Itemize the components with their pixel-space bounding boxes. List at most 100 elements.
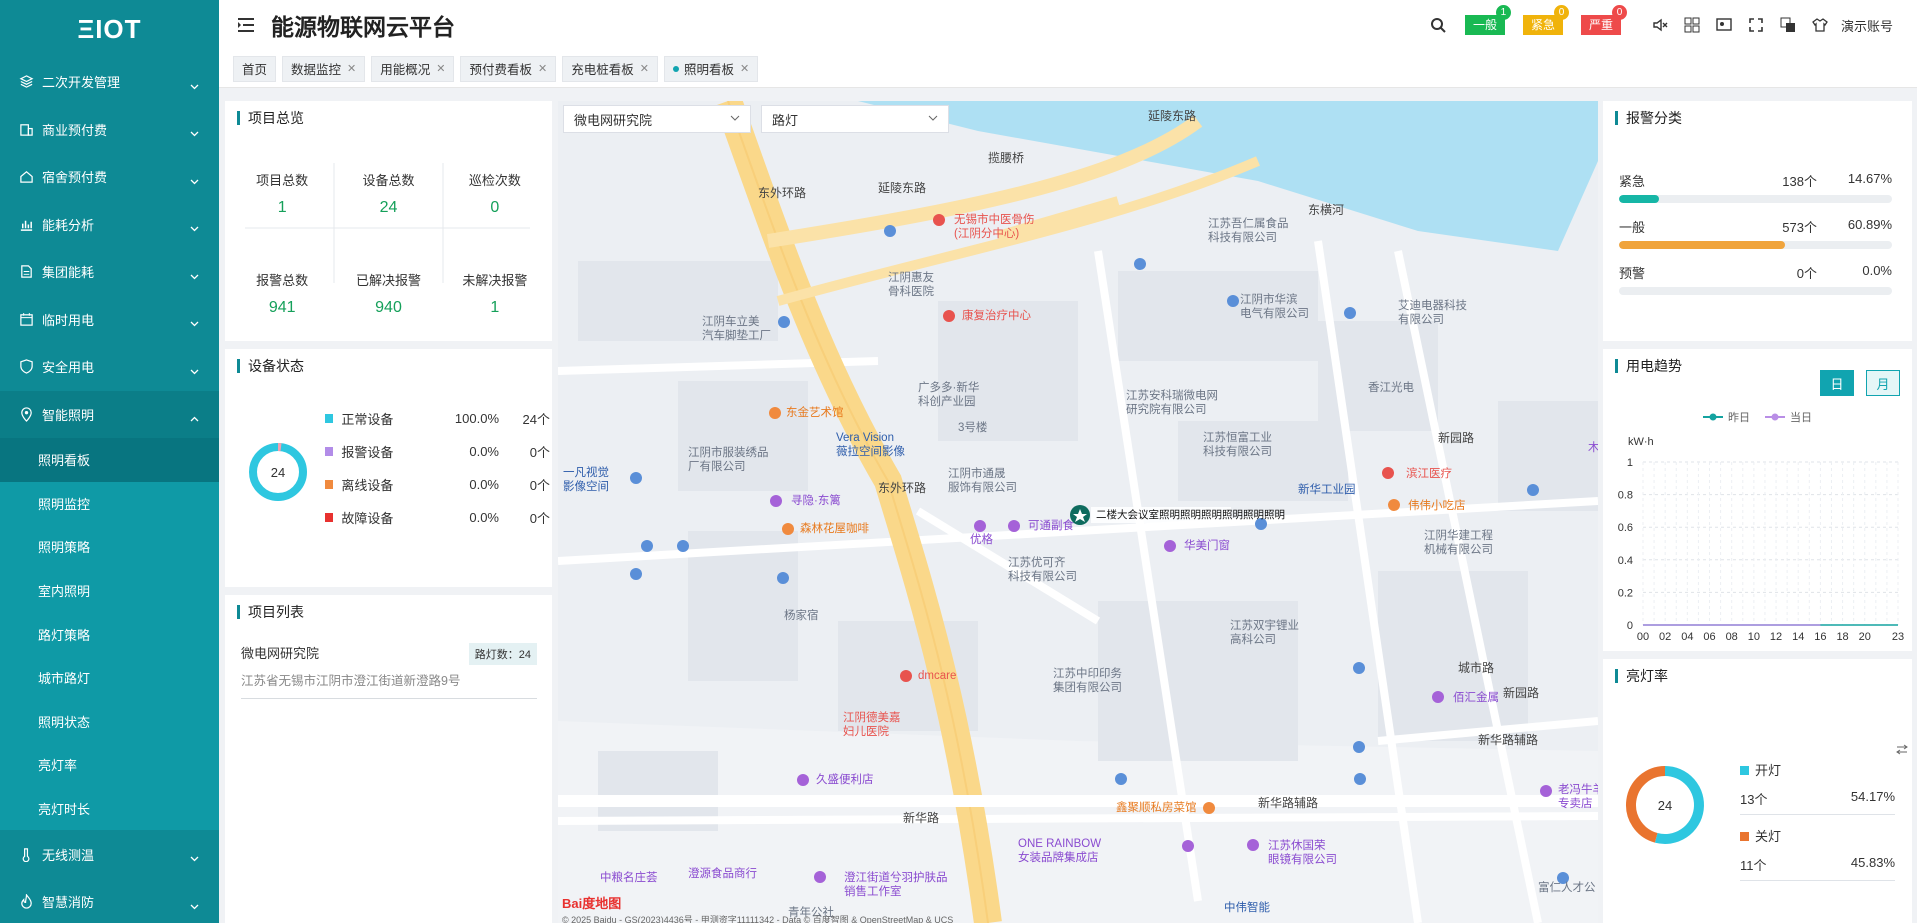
project-list-item[interactable]: 微电网研究院 路灯数：24 江苏省无锡市江阴市澄江街道新澄路9号 [241,643,537,699]
menu-toggle-icon[interactable] [235,14,257,36]
mute-icon[interactable] [1651,16,1669,34]
submenu-item-8[interactable]: 亮灯率 [0,743,219,787]
x-tick-label: 18 [1836,631,1848,643]
submenu-item-6[interactable]: 城市路灯 [0,656,219,700]
submenu-item-7[interactable]: 照明状态 [0,700,219,744]
alarm-general-badge[interactable]: 一般 1 [1464,5,1511,35]
map-poi-p30: dmcare [918,670,957,682]
theme-shirt-icon[interactable] [1811,16,1829,34]
tab-2[interactable]: 数据监控 ✕ [282,55,366,82]
trend-day-button[interactable]: 日 [1820,370,1854,396]
submenu-item-2[interactable]: 照明监控 [0,482,219,526]
alarm-urgent-count: 0 [1553,5,1569,20]
alarm-urgent-badge[interactable]: 紧急 0 [1522,5,1569,35]
sidebar-menu-bottom-2[interactable]: 智慧消防 [0,878,219,923]
device-status-pct: 0.0% [469,476,499,492]
alarm-class-name: 紧急 [1619,174,1646,189]
map-poi-p20: 伟伟小吃店 [1408,500,1466,512]
map-poi-p17: 江阴市通晟 服饰有限公司 [948,468,1017,494]
legend-swatch [325,512,334,522]
map-poi-p25: 可通副食 [1028,520,1074,532]
chevron-down-icon [730,115,740,121]
map-poi-p1: 无锡市中医骨伤 (江阴分中心) [954,214,1035,240]
x-tick-label: 06 [1703,631,1715,643]
device-status-name: 离线设备 [341,477,394,493]
trend-month-button[interactable]: 月 [1866,370,1900,396]
layout-icon[interactable] [1683,16,1701,34]
legend-marker [1771,413,1779,421]
map-poi-road_xinhuafu: 新华路辅路 [1258,796,1319,810]
close-icon[interactable]: ✕ [436,62,445,75]
location-icon [18,406,34,422]
close-icon[interactable]: ✕ [740,62,749,75]
sidebar-menu-7[interactable]: 安全用电 [0,343,219,391]
submenu-item-9[interactable]: 亮灯时长 [0,787,219,831]
map-canvas[interactable]: 微电网研究院 路灯 二楼大会议室照明照明照明照明照明照明 延陵东路 延陵东路 揽腰桥… [558,101,1598,923]
close-icon[interactable]: ✕ [640,62,649,75]
sidebar-menu-bottom-1[interactable]: 无线测温 [0,830,219,878]
search-icon[interactable] [1429,16,1447,34]
lighting-submenu: 照明看板 照明监控 照明策略 室内照明 路灯策略 城市路灯 照明状态 亮灯率 亮灯时长 [0,438,219,831]
map-poi-p2: 江阴惠友 骨科医院 [888,272,934,298]
sidebar-menu-2[interactable]: 商业预付费 [0,106,219,154]
map-poi-p13: 3号楼 [958,422,988,434]
alarm-class-pct: 60.89% [1847,217,1892,232]
screen-icon[interactable] [1715,16,1733,34]
map-poi-p36: 老冯牛羊肉 专卖店 [1558,784,1598,810]
active-dot-icon [672,65,679,72]
device-status-pct: 0.0% [469,509,499,525]
map-poi-p29: 江苏双宇锂业 高科公司 [1230,620,1299,646]
shield-icon [18,359,34,375]
tab-5[interactable]: 充电桩看板 ✕ [562,55,658,82]
home-icon [18,169,34,185]
map-poi-p18: 滨江医疗 [1406,468,1452,480]
light-rate-row: 关灯 11个 45.83% [1740,826,1895,881]
x-tick-label: 02 [1659,631,1671,643]
sidebar-menu-4[interactable]: 能耗分析 [0,201,219,249]
sidebar-menu-5[interactable]: 集团能耗 [0,248,219,296]
sidebar-menu: 二次开发管理 商业预付费 宿舍预付费 能耗分析 集团能耗 临时用电 安全用电智能照明照明看板… [0,58,219,923]
map-poi-road_chengshi: 城市路 [1458,661,1495,675]
alarm-severe-badge[interactable]: 严重 0 [1580,5,1627,35]
tab-4[interactable]: 预付费看板 ✕ [460,55,557,82]
map-poi-road_dongwai2: 东外环路 [878,481,927,495]
translate-icon[interactable] [1779,16,1797,34]
tab-1[interactable]: 首页 [233,55,277,82]
device-status-title: 设备状态 [225,349,552,383]
device-status-name: 故障设备 [341,510,394,526]
map-poi-p40: 澄源食品商行 [688,868,757,880]
map-poi-road_yanling_e: 延陵东路 [1148,109,1197,123]
y-tick-label: 0.6 [1618,522,1633,534]
tab-3[interactable]: 用能概况 ✕ [371,55,455,82]
user-account[interactable]: 演示账号 [1841,16,1893,35]
close-icon[interactable]: ✕ [538,62,547,75]
lamp-marker-label: 二楼大会议室照明照明照明照明照明照明 [1096,509,1285,521]
submenu-item-4[interactable]: 室内照明 [0,569,219,613]
x-tick-label: 04 [1681,631,1693,643]
toggle-icon[interactable] [1896,744,1908,756]
sidebar-menu-6[interactable]: 临时用电 [0,296,219,344]
device-type-select[interactable]: 路灯 [761,105,949,133]
map-poi-p38: 江苏休国荣 眼镜有限公司 [1268,840,1337,866]
submenu-item-3[interactable]: 照明策略 [0,525,219,569]
alarm-class-progress-fill [1619,241,1786,249]
light-rate-name: 开灯 [1755,763,1782,778]
close-icon[interactable]: ✕ [347,62,356,75]
sidebar-menu-label: 智能照明 [42,407,95,423]
device-status-count: 0个 [529,477,550,493]
tab-6[interactable]: 照明看板 ✕ [663,55,759,82]
submenu-item-5[interactable]: 路灯策略 [0,612,219,656]
device-status-row: 故障设备 0.0% 0个 [325,500,550,534]
alarm-class-pct: 14.67% [1847,171,1892,186]
project-select[interactable]: 微电网研究院 [563,105,751,133]
sidebar-menu-3[interactable]: 宿舍预付费 [0,153,219,201]
sidebar-menu-8[interactable]: 智能照明 [0,390,219,438]
map-poi-p12: Vera Vision 薇拉空间影像 [836,432,905,458]
x-tick-label: 20 [1859,631,1871,643]
map-poi-p8: 广多多·新华 科创产业园 [918,382,980,408]
fullscreen-icon[interactable] [1747,16,1765,34]
thermometer-icon [18,846,34,862]
sidebar-menu-1[interactable]: 二次开发管理 [0,58,219,106]
submenu-item-1[interactable]: 照明看板 [0,438,219,482]
device-status-count: 0个 [529,510,550,526]
